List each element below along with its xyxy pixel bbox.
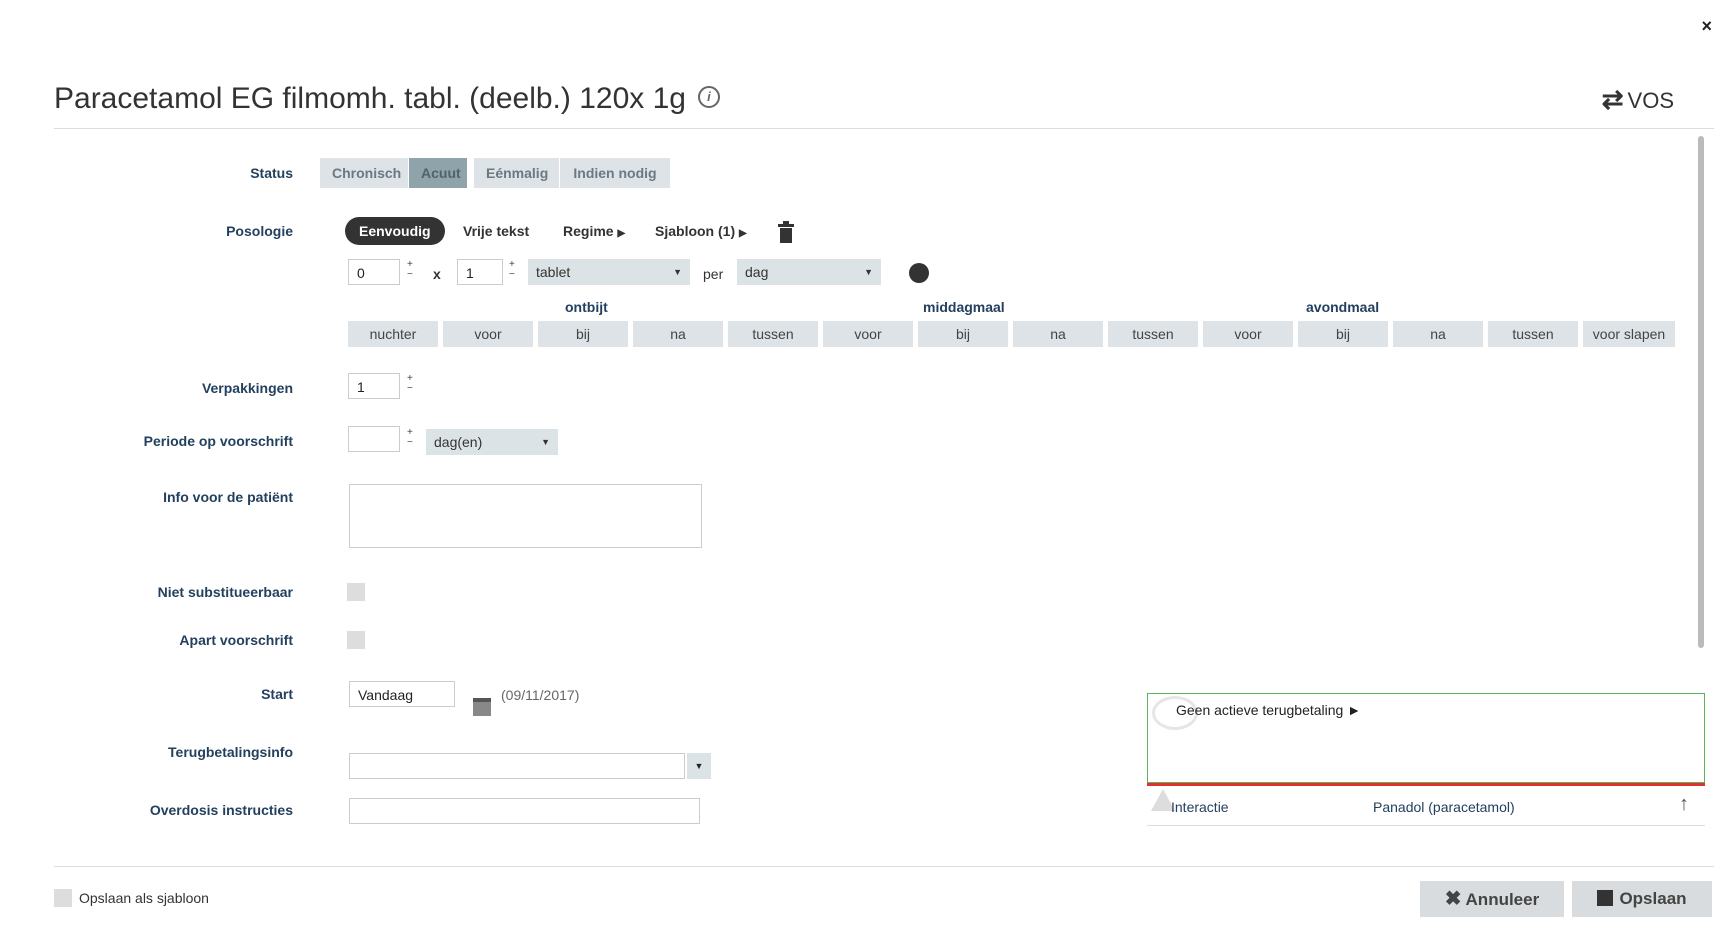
slot-ontbijt-voor[interactable]: voor: [443, 321, 533, 347]
period-value: dag: [745, 264, 769, 280]
tab-sjabloon[interactable]: Sjabloon (1) ▶: [655, 223, 747, 239]
page-title: Paracetamol EG filmomh. tabl. (deelb.) 1…: [54, 82, 720, 116]
refund-status[interactable]: Geen actieve terugbetaling ►: [1176, 702, 1361, 718]
times-label: x: [433, 266, 441, 282]
verpakkingen-input[interactable]: 1: [348, 373, 400, 399]
status-chronisch[interactable]: Chronisch: [320, 158, 408, 188]
drug-name: Paracetamol EG filmomh. tabl. (deelb.) 1…: [54, 82, 686, 115]
verpakkingen-stepper[interactable]: + −: [407, 374, 413, 394]
slot-avond-na[interactable]: na: [1393, 321, 1483, 347]
interaction-row[interactable]: Interactie Panadol (paracetamol) ↑: [1147, 785, 1705, 826]
close-icon: ✖: [1444, 888, 1462, 910]
slot-avond-tussen[interactable]: tussen: [1488, 321, 1578, 347]
vos-label: VOS: [1627, 88, 1674, 113]
status-label: Status: [250, 165, 293, 181]
meal-avondmaal: avondmaal: [1306, 299, 1380, 315]
overdosis-label: Overdosis instructies: [149, 802, 293, 818]
triangle-right-icon: ▶: [617, 228, 626, 239]
slot-middag-voor[interactable]: voor: [823, 321, 913, 347]
interaction-label: Interactie: [1171, 799, 1229, 815]
meal-ontbijt: ontbijt: [565, 299, 608, 315]
status-acuut[interactable]: Acuut: [409, 158, 467, 188]
save-label: Opslaan: [1619, 889, 1687, 908]
tab-sjabloon-label: Sjabloon (1): [655, 223, 736, 239]
chevron-down-icon[interactable]: ▼: [687, 753, 711, 779]
dose-quantity-stepper[interactable]: + −: [509, 260, 515, 280]
info-icon[interactable]: i: [697, 86, 720, 109]
footer-divider: [54, 866, 1714, 867]
per-label: per: [703, 266, 724, 282]
slot-middag-na[interactable]: na: [1013, 321, 1103, 347]
slot-middag-tussen[interactable]: tussen: [1108, 321, 1198, 347]
niet-subst-checkbox[interactable]: [347, 583, 365, 601]
save-icon: [1597, 890, 1614, 906]
apart-label: Apart voorschrift: [179, 632, 293, 648]
niet-subst-label: Niet substitueerbaar: [157, 584, 293, 600]
info-patient-label: Info voor de patiënt: [163, 489, 293, 505]
periode-unit-select[interactable]: dag(en) ▼: [426, 429, 558, 455]
dose-amount-stepper[interactable]: + −: [407, 260, 413, 280]
header-divider: [54, 128, 1714, 129]
save-template-label: Opslaan als sjabloon: [79, 890, 209, 906]
start-date: (09/11/2017): [501, 687, 580, 703]
posologie-label: Posologie: [226, 223, 293, 239]
chevron-down-icon: ▼: [541, 437, 550, 447]
interaction-drug[interactable]: Panadol (paracetamol): [1373, 799, 1515, 815]
terugbetaling-label: Terugbetalingsinfo: [168, 744, 293, 760]
tab-vrije-tekst[interactable]: Vrije tekst: [463, 223, 529, 239]
save-button[interactable]: Opslaan: [1572, 881, 1712, 917]
periode-label: Periode op voorschrift: [143, 433, 293, 449]
overdosis-input[interactable]: [349, 798, 700, 824]
slot-avond-bij[interactable]: bij: [1298, 321, 1388, 347]
chevron-down-icon: ▼: [864, 267, 873, 277]
slot-nuchter[interactable]: nuchter: [348, 321, 438, 347]
save-template-checkbox[interactable]: [54, 889, 72, 907]
info-patient-textarea[interactable]: [349, 484, 702, 548]
unit-value: tablet: [536, 264, 571, 280]
start-input[interactable]: Vandaag: [349, 681, 455, 707]
close-icon[interactable]: ×: [1701, 16, 1712, 37]
periode-unit-value: dag(en): [434, 434, 483, 450]
start-label: Start: [261, 686, 293, 702]
trash-icon[interactable]: [777, 221, 795, 243]
slot-voor-slapen[interactable]: voor slapen: [1583, 321, 1675, 347]
tab-regime-label: Regime: [563, 223, 614, 239]
scrollbar[interactable]: [1698, 136, 1704, 648]
calendar-icon[interactable]: [473, 698, 491, 716]
unit-select[interactable]: tablet ▼: [528, 259, 690, 285]
apart-checkbox[interactable]: [347, 631, 365, 649]
tab-regime[interactable]: Regime ▶: [563, 223, 625, 239]
cancel-label: Annuleer: [1465, 890, 1540, 909]
slot-ontbijt-na[interactable]: na: [633, 321, 723, 347]
terugbetaling-combo[interactable]: [349, 753, 685, 779]
swap-icon: ⇄: [1601, 84, 1624, 114]
status-eenmalig[interactable]: Eénmalig: [474, 158, 559, 188]
clock-icon[interactable]: [909, 263, 929, 283]
chevron-down-icon: ▼: [673, 267, 682, 277]
refund-panel: Geen actieve terugbetaling ►: [1147, 693, 1705, 786]
slot-avond-voor[interactable]: voor: [1203, 321, 1293, 347]
arrow-up-icon[interactable]: ↑: [1679, 793, 1689, 816]
cancel-button[interactable]: ✖ Annuleer: [1420, 881, 1564, 917]
periode-stepper[interactable]: + −: [407, 428, 413, 448]
slot-middag-bij[interactable]: bij: [918, 321, 1008, 347]
slot-ontbijt-tussen[interactable]: tussen: [728, 321, 818, 347]
slot-ontbijt-bij[interactable]: bij: [538, 321, 628, 347]
prescription-dialog: × Paracetamol EG filmomh. tabl. (deelb.)…: [9, 8, 1714, 927]
period-select[interactable]: dag ▼: [737, 259, 881, 285]
meal-middagmaal: middagmaal: [923, 299, 1005, 315]
vos-link[interactable]: ⇄ VOS: [1602, 84, 1674, 115]
triangle-right-icon: ▶: [739, 228, 747, 239]
periode-input[interactable]: [348, 426, 400, 452]
dose-amount-input[interactable]: 0: [348, 259, 400, 285]
tab-eenvoudig[interactable]: Eenvoudig: [345, 217, 445, 245]
verpakkingen-label: Verpakkingen: [201, 380, 293, 396]
status-indien-nodig[interactable]: Indien nodig: [560, 158, 670, 188]
dose-quantity-input[interactable]: 1: [457, 259, 503, 285]
